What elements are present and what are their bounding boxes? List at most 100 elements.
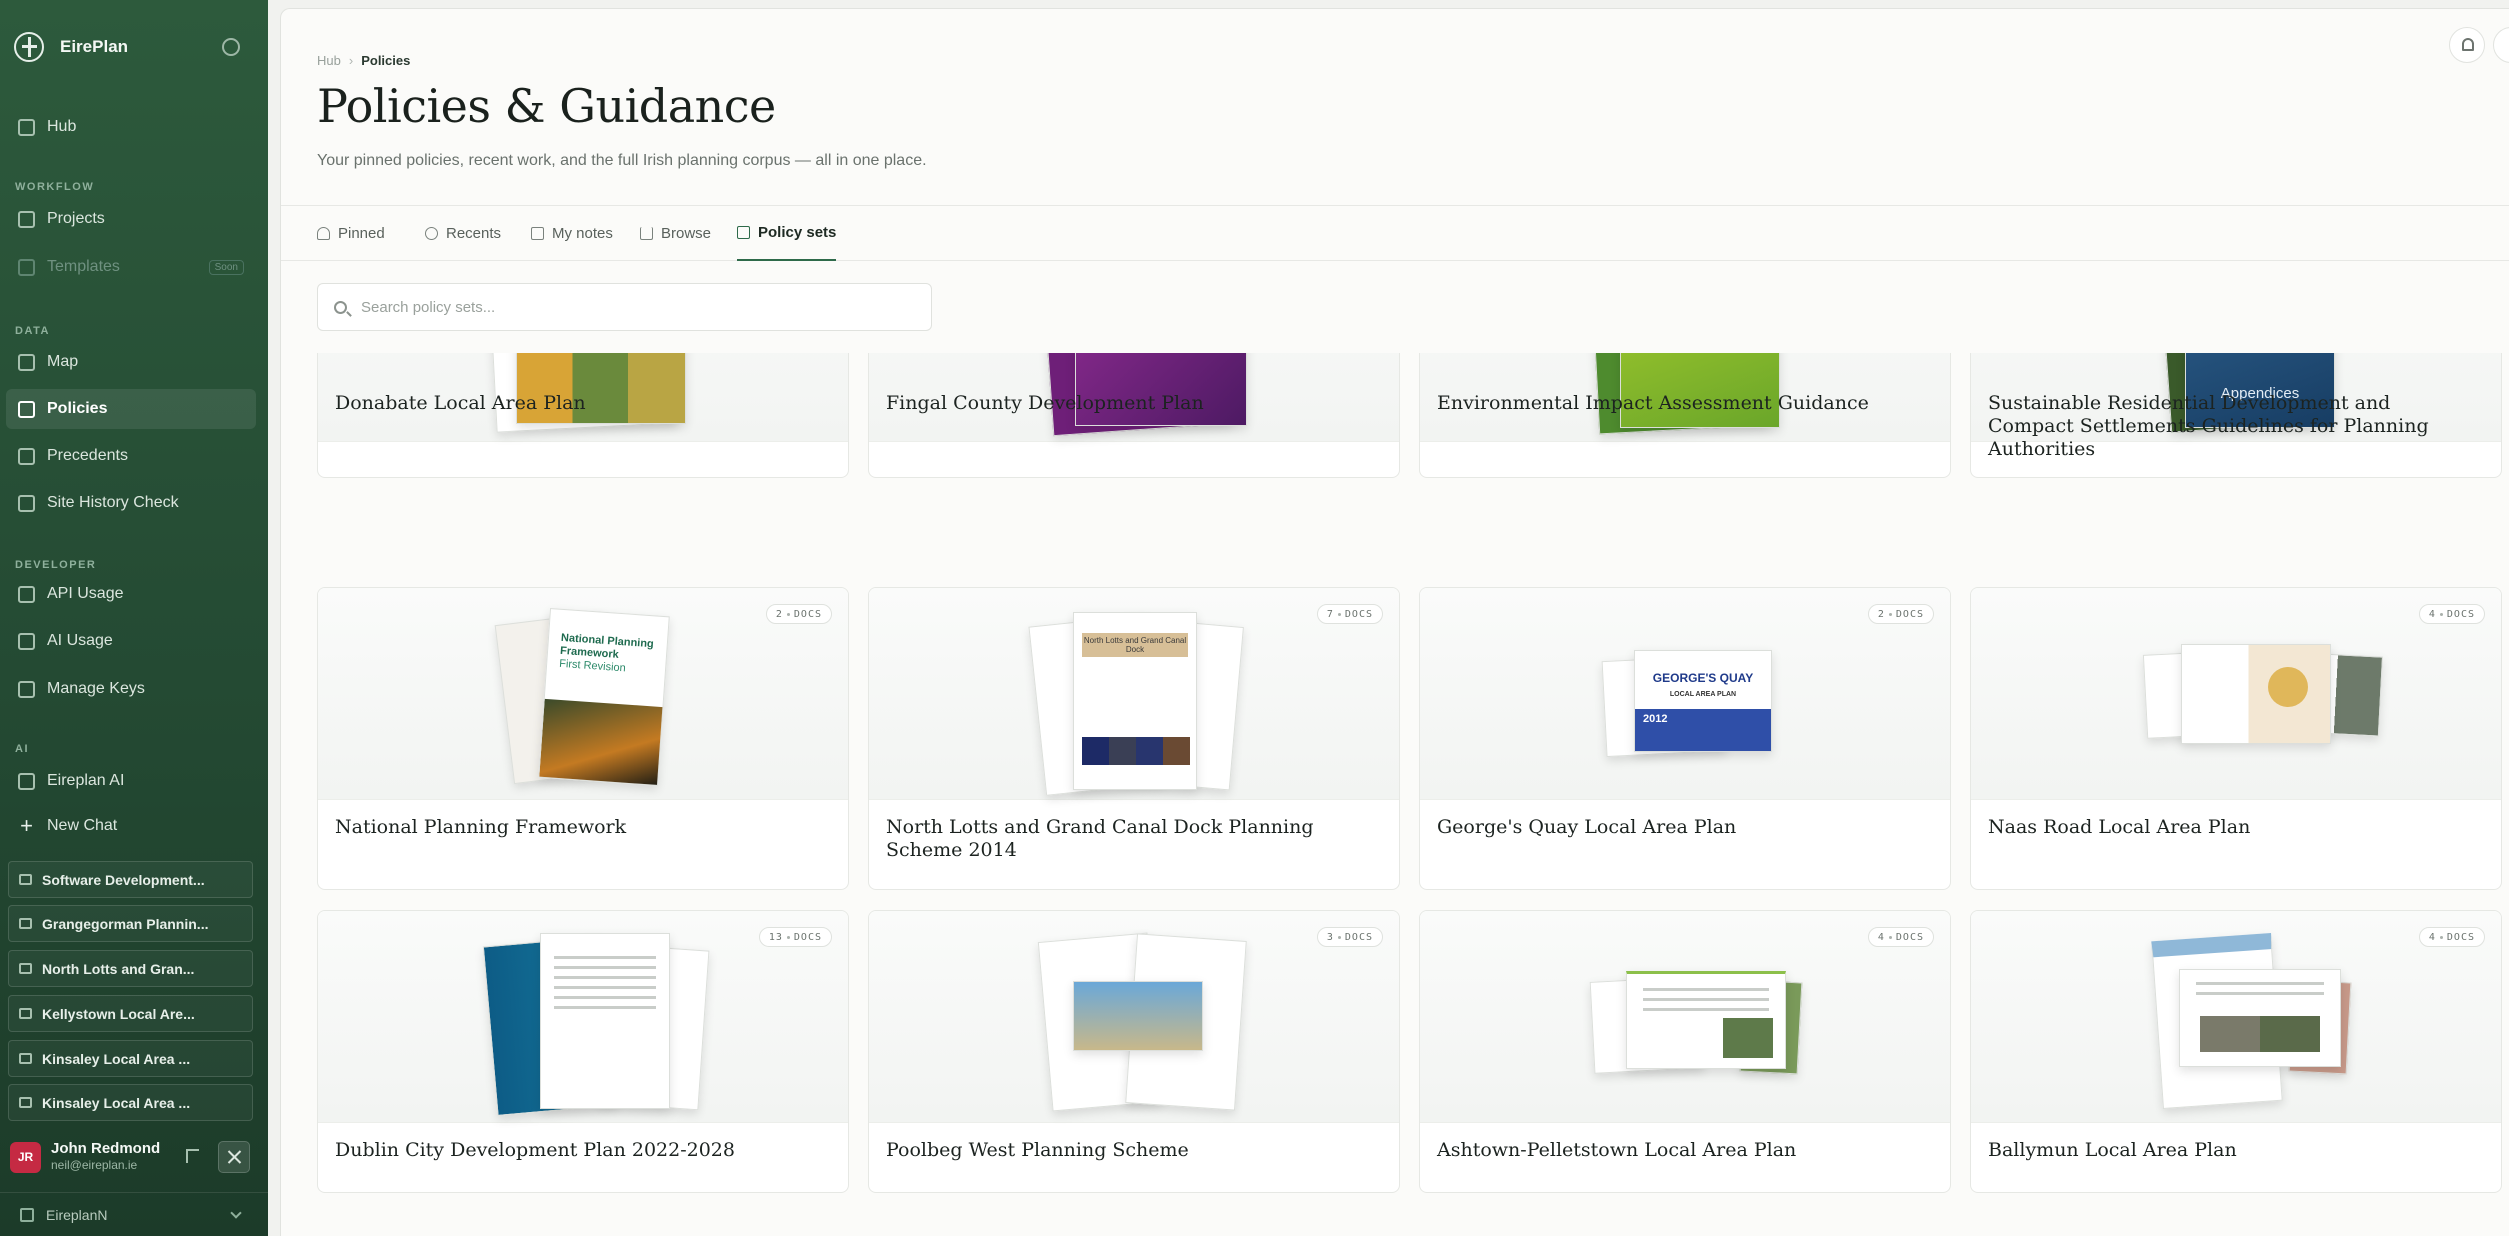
policy-set-card[interactable]: 4 DOCS Ashtown-Pelletstown Local Area Pla… — [1419, 910, 1951, 1193]
tab-recents[interactable]: Recents — [425, 206, 501, 261]
text-line — [553, 1006, 657, 1009]
policy-set-card[interactable]: Donabate Local Area Plan — [317, 353, 849, 478]
nav-hub[interactable]: Hub — [6, 107, 256, 147]
doc-cover — [1626, 971, 1786, 1069]
nav-policies[interactable]: Policies — [6, 389, 256, 429]
nav-eireplan-ai[interactable]: Eireplan AI — [6, 761, 256, 801]
docs-count: 4 — [2428, 931, 2436, 943]
doc-cover — [1073, 981, 1203, 1051]
nav-ai-usage[interactable]: AI Usage — [6, 621, 256, 661]
new-chat-label: New Chat — [47, 817, 118, 834]
nav-templates-label: Templates — [47, 258, 120, 275]
search-icon — [334, 300, 347, 314]
breadcrumb-hub[interactable]: Hub — [317, 53, 341, 68]
policy-set-card[interactable]: 4 DOCS Naas Road Local Area Plan — [1970, 587, 2502, 890]
docs-count-badge: 2 DOCS — [1867, 604, 1934, 624]
policy-set-card[interactable]: Appendices Sustainable Residential Devel… — [1970, 353, 2502, 478]
cover-image — [539, 698, 665, 786]
card-title: Donabate Local Area Plan — [335, 392, 586, 414]
flag-icon[interactable] — [186, 1149, 199, 1163]
policy-set-card[interactable]: National Planning Framework First Revisi… — [317, 587, 849, 890]
docs-count: 2 — [1877, 608, 1885, 620]
policy-set-grid: Donabate Local Area Plan Fingal County D… — [317, 353, 2509, 1236]
bar-chart-icon — [18, 585, 35, 603]
breadcrumb-current: Policies — [361, 53, 411, 68]
doc-page — [540, 933, 670, 1109]
chat-bubble-icon — [19, 1008, 32, 1019]
collapse-button[interactable] — [218, 1141, 250, 1173]
chat-title: North Lotts and Gran... — [42, 960, 195, 977]
text-line — [1642, 988, 1770, 991]
docs-unit: DOCS — [2446, 931, 2475, 943]
docs-count: 13 — [768, 931, 783, 943]
docs-unit: DOCS — [793, 931, 822, 943]
text-line — [1642, 1008, 1770, 1011]
nav-map[interactable]: Map — [6, 342, 256, 382]
docs-count: 4 — [1877, 931, 1885, 943]
doc-cover — [2179, 969, 2341, 1067]
help-button[interactable] — [2493, 27, 2509, 63]
thumb-subtext: LOCAL AREA PLAN — [1669, 691, 1737, 698]
nav-precedents[interactable]: Precedents — [6, 436, 256, 476]
chat-history-item[interactable]: Kinsaley Local Area ... — [8, 1084, 253, 1121]
chat-title: Kinsaley Local Area ... — [42, 1094, 191, 1111]
policy-set-card[interactable]: 4 DOCS Ballymun Local Area Plan — [1970, 910, 2502, 1193]
chat-history-item[interactable]: North Lotts and Gran... — [8, 950, 253, 987]
doc-cover: North Lotts and Grand Canal Dock — [1073, 612, 1197, 790]
cover-image — [1723, 1018, 1773, 1058]
nav-api-usage[interactable]: API Usage — [6, 574, 256, 614]
main-content: Hub › Policies Policies & Guidance Your pi… — [280, 8, 2509, 1236]
brand[interactable]: EirePlan — [14, 32, 128, 62]
tab-policy-sets[interactable]: Policy sets — [737, 206, 837, 261]
chat-history-item[interactable]: Grangegorman Plannin... — [8, 905, 253, 942]
search-input[interactable] — [361, 298, 921, 316]
policy-set-card[interactable]: North Lotts and Grand Canal Dock 7 DOCS N… — [868, 587, 1400, 890]
docs-count-badge: 4 DOCS — [2418, 604, 2485, 624]
section-data: DATA — [15, 325, 50, 337]
user-profile[interactable]: JR John Redmond neil@eireplan.ie — [10, 1138, 258, 1176]
tab-policy-sets-label: Policy sets — [758, 224, 837, 241]
docs-count-badge: 2 DOCS — [765, 604, 832, 624]
sidebar: EirePlan Hub WORKFLOW Projects Templates… — [0, 0, 268, 1236]
policy-set-card[interactable]: Fingal County Development Plan — [868, 353, 1400, 478]
card-title: George's Quay Local Area Plan — [1437, 816, 1737, 838]
notifications-button[interactable] — [2449, 27, 2485, 63]
section-workflow: WORKFLOW — [15, 181, 95, 193]
tab-pinned[interactable]: Pinned — [317, 206, 385, 261]
chat-bubble-icon — [19, 1053, 32, 1064]
docs-count-badge: 3 DOCS — [1316, 927, 1383, 947]
chat-bubble-icon — [19, 1097, 32, 1108]
tab-browse[interactable]: Browse — [640, 206, 711, 261]
policy-set-card[interactable]: 13 DOCS Dublin City Development Plan 2022… — [317, 910, 849, 1193]
nav-manage-keys[interactable]: Manage Keys — [6, 669, 256, 709]
search-box[interactable] — [317, 283, 932, 331]
history-icon — [18, 494, 35, 512]
policy-set-card[interactable]: Environmental Impact Assessment Guidance — [1419, 353, 1951, 478]
text-line — [2196, 992, 2324, 995]
sparkle-icon — [18, 772, 35, 790]
policy-set-card[interactable]: 3 DOCS Poolbeg West Planning Scheme — [868, 910, 1400, 1193]
nav-site-history[interactable]: Site History Check — [6, 483, 256, 523]
workspace-switcher[interactable]: EireplanN — [0, 1192, 268, 1236]
chat-history-item[interactable]: Software Development... — [8, 861, 253, 898]
nav-projects[interactable]: Projects — [6, 199, 256, 239]
tab-my-notes[interactable]: My notes — [531, 206, 613, 261]
docs-count: 3 — [1326, 931, 1334, 943]
building-icon — [20, 1207, 34, 1222]
dot-separator — [2439, 612, 2443, 616]
chevron-down-icon — [230, 1207, 242, 1219]
card-title: Dublin City Development Plan 2022-2028 — [335, 1139, 735, 1161]
nav-manage-keys-label: Manage Keys — [47, 680, 145, 697]
nav-templates: Templates Soon — [6, 247, 256, 287]
key-icon — [18, 680, 35, 698]
policy-set-card[interactable]: GEORGE'S QUAY LOCAL AREA PLAN 2012 2 DOCS… — [1419, 587, 1951, 890]
chat-history-item[interactable]: Kellystown Local Are... — [8, 995, 253, 1032]
chat-bubble-icon — [19, 963, 32, 974]
chat-title: Grangegorman Plannin... — [42, 915, 209, 932]
chat-history-item[interactable]: Kinsaley Local Area ... — [8, 1040, 253, 1077]
new-chat-button[interactable]: + New Chat — [6, 806, 256, 846]
gear-icon[interactable] — [222, 38, 240, 56]
docs-count-badge: 4 DOCS — [2418, 927, 2485, 947]
text-line — [2196, 982, 2324, 985]
thumb-text: National Planning Framework — [559, 631, 655, 661]
